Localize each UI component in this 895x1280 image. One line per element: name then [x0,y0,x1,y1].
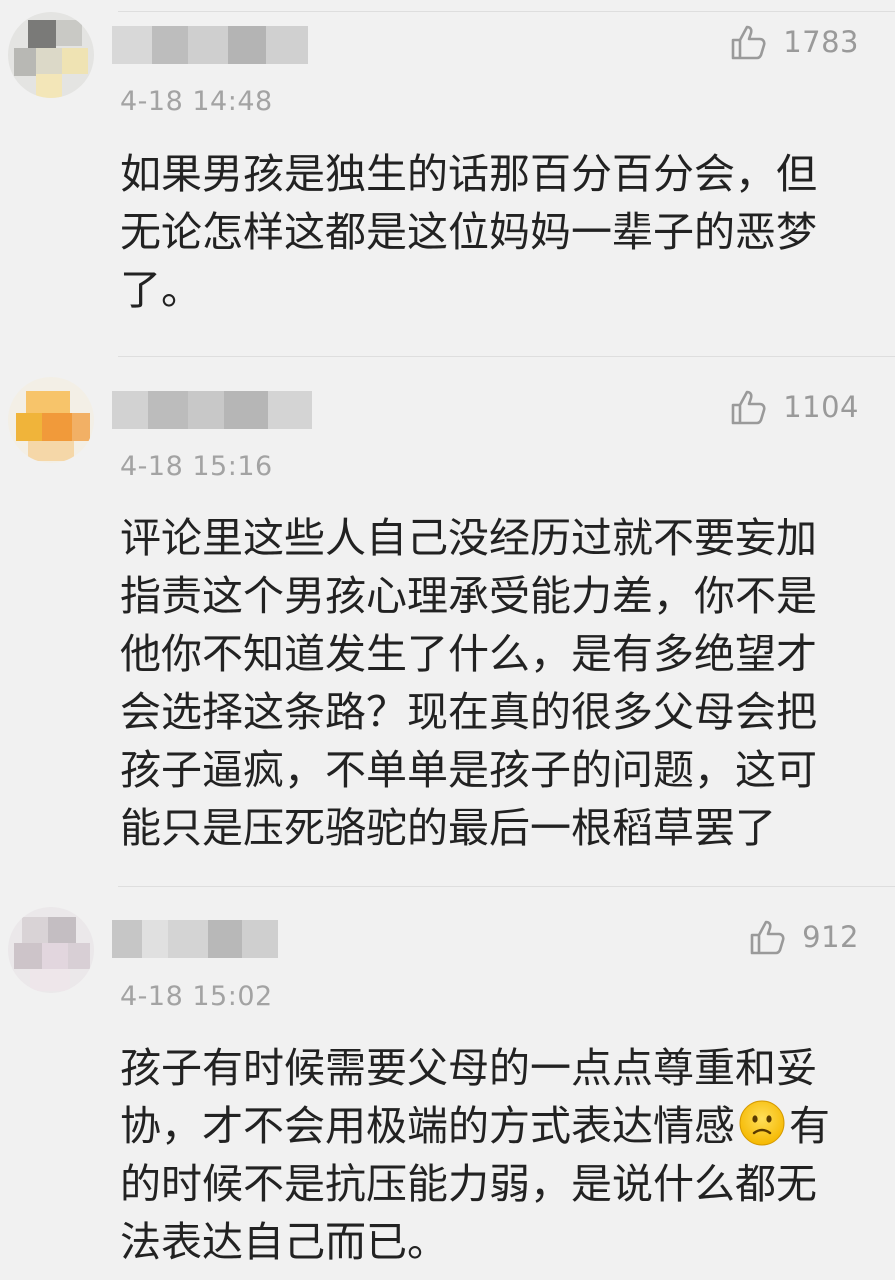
username-blurred[interactable] [112,920,322,958]
like-count: 1104 [783,390,859,424]
confused-face-emoji-icon [739,1100,785,1146]
thumbs-up-icon [731,390,766,425]
like-count: 1783 [783,25,859,59]
comment-timestamp: 4-18 14:48 [120,86,273,117]
comment-divider [118,356,895,357]
username-blurred[interactable] [112,26,322,64]
thumbs-up-icon [750,920,785,955]
like-button[interactable]: 1104 [729,385,859,429]
comment-text: 如果男孩是独生的话那百分百分会，但 无论怎样这都是这位妈妈一辈子的恶梦 了。 [120,150,817,314]
thumbs-up-icon [731,25,766,60]
comment-divider [118,886,895,887]
avatar[interactable] [8,12,94,98]
comment-text-part: 孩子有时候需要父母的一点点尊重和妥 协，才不会用极端的方式表达情感 [120,1044,817,1150]
like-button[interactable]: 1783 [729,20,859,64]
top-divider [118,11,895,12]
like-count: 912 [802,920,859,954]
avatar[interactable] [8,907,94,993]
comment-timestamp: 4-18 15:02 [120,981,273,1012]
username-blurred[interactable] [112,391,322,429]
comment-text: 评论里这些人自己没经历过就不要妄加 指责这个男孩心理承受能力差，你不是 他你不知… [120,514,817,852]
comment-text: 孩子有时候需要父母的一点点尊重和妥 协，才不会用极端的方式表达情感有 的时候不是… [120,1039,850,1271]
avatar[interactable] [8,377,94,463]
comment-timestamp: 4-18 15:16 [120,451,273,482]
like-button[interactable]: 912 [748,915,859,959]
